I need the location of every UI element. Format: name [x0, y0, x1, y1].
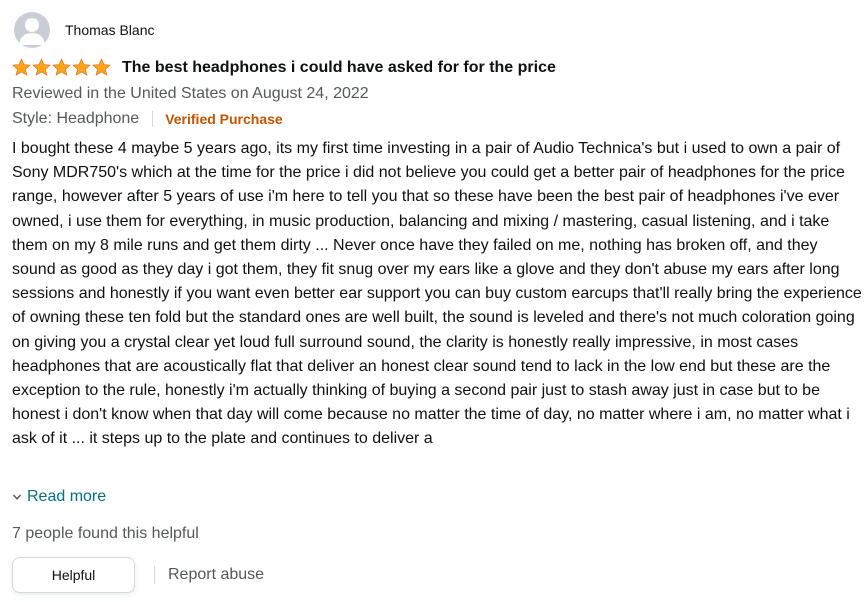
default-user-avatar-icon — [14, 12, 50, 48]
read-more-link[interactable]: Read more — [12, 488, 106, 506]
helpful-vote-count: 7 people found this helpful — [12, 525, 199, 542]
review-date: Reviewed in the United States on August … — [12, 85, 369, 102]
review-title-row[interactable]: The best headphones i could have asked f… — [12, 58, 556, 77]
actions-divider — [154, 566, 155, 584]
read-more-label[interactable]: Read more — [27, 488, 106, 506]
verified-purchase-badge: Verified Purchase — [165, 111, 283, 127]
chevron-down-icon — [12, 494, 22, 500]
review-format-strip: Style: Headphone Verified Purchase — [12, 110, 283, 128]
star-icon — [92, 58, 111, 76]
reviewer-profile[interactable]: Thomas Blanc — [14, 12, 154, 48]
helpful-button[interactable]: Helpful — [12, 557, 135, 593]
product-style: Style: Headphone — [12, 110, 140, 127]
format-divider — [152, 111, 154, 127]
star-icon — [72, 58, 91, 76]
star-icon — [32, 58, 51, 76]
review-body: I bought these 4 maybe 5 years ago, its … — [12, 140, 862, 448]
review-actions: Helpful Report abuse — [12, 557, 264, 593]
star-rating — [12, 58, 112, 77]
review-title[interactable]: The best headphones i could have asked f… — [122, 59, 556, 77]
star-icon — [52, 58, 71, 76]
report-abuse-link[interactable]: Report abuse — [168, 566, 264, 584]
review-body-fade — [12, 462, 862, 486]
star-icon — [12, 58, 31, 76]
reviewer-name[interactable]: Thomas Blanc — [65, 22, 154, 38]
